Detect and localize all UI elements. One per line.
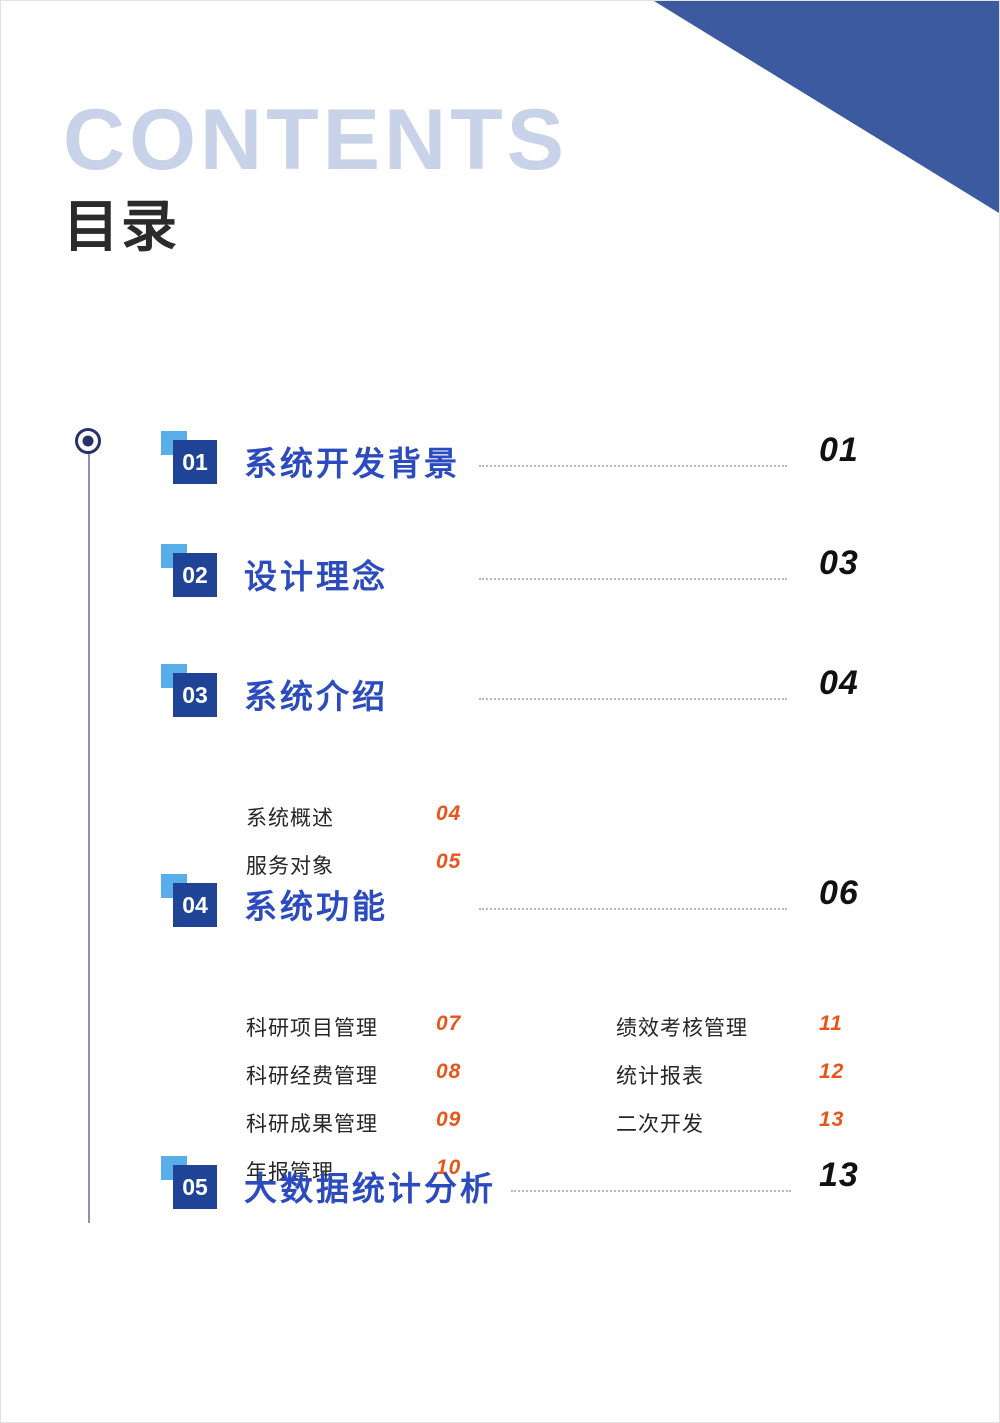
section-title[interactable]: 系统功能 bbox=[244, 880, 388, 928]
sub-item-page-number[interactable]: 05 bbox=[436, 850, 461, 874]
dotted-leader-line bbox=[479, 465, 787, 468]
sub-item-page-number[interactable]: 09 bbox=[436, 1108, 461, 1132]
dotted-leader-line bbox=[479, 698, 787, 701]
corner-triangle-decoration bbox=[654, 1, 999, 213]
sub-item-label[interactable]: 统计报表 bbox=[616, 1060, 704, 1090]
section-number-label: 01 bbox=[173, 440, 217, 484]
toc-section-header[interactable]: 02 设计理念 03 bbox=[1, 544, 999, 600]
section-number-badge: 05 bbox=[161, 1156, 225, 1216]
section-number-badge: 02 bbox=[161, 544, 225, 604]
toc-section-header[interactable]: 05 大数据统计分析 13 bbox=[1, 1156, 999, 1212]
sub-item-page-number[interactable]: 04 bbox=[436, 802, 461, 826]
sub-item-page-number[interactable]: 13 bbox=[819, 1108, 844, 1132]
toc-section[interactable]: 04 系统功能 06 科研项目管理 07 科研经费管理 08 科研成果管理 09 年报管理 10 绩效… bbox=[1, 874, 999, 1184]
sub-item-label[interactable]: 科研成果管理 bbox=[246, 1108, 378, 1138]
section-page-number[interactable]: 01 bbox=[819, 431, 859, 470]
toc-page: CONTENTS 目录 01 系统开发背景 01 02 设计理念 03 03 系统介绍 04 系统… bbox=[0, 0, 1000, 1423]
section-number-label: 05 bbox=[173, 1165, 217, 1209]
toc-section[interactable]: 02 设计理念 03 bbox=[1, 544, 999, 600]
toc-section-header[interactable]: 04 系统功能 06 bbox=[1, 874, 999, 930]
section-number-label: 02 bbox=[173, 553, 217, 597]
section-number-badge: 03 bbox=[161, 664, 225, 724]
toc-section-header[interactable]: 03 系统介绍 04 bbox=[1, 664, 999, 720]
section-page-number[interactable]: 04 bbox=[819, 664, 859, 703]
sub-item-label[interactable]: 科研项目管理 bbox=[246, 1012, 378, 1042]
section-title[interactable]: 系统开发背景 bbox=[244, 437, 460, 485]
sub-item-label[interactable]: 二次开发 bbox=[616, 1108, 704, 1138]
sub-item-page-number[interactable]: 12 bbox=[819, 1060, 844, 1084]
section-number-label: 04 bbox=[173, 883, 217, 927]
sub-item-page-number[interactable]: 07 bbox=[436, 1012, 461, 1036]
toc-section-header[interactable]: 01 系统开发背景 01 bbox=[1, 431, 999, 487]
sub-item-page-number[interactable]: 11 bbox=[819, 1012, 843, 1036]
section-page-number[interactable]: 13 bbox=[819, 1156, 859, 1195]
section-title[interactable]: 设计理念 bbox=[244, 550, 388, 598]
toc-section[interactable]: 03 系统介绍 04 系统概述 04 服务对象 05 bbox=[1, 664, 999, 878]
sub-item-label[interactable]: 绩效考核管理 bbox=[616, 1012, 748, 1042]
dotted-leader-line bbox=[479, 578, 787, 581]
page-header: CONTENTS 目录 bbox=[63, 97, 568, 255]
sub-item-page-number[interactable]: 08 bbox=[436, 1060, 461, 1084]
dotted-leader-line bbox=[479, 908, 787, 911]
section-title[interactable]: 系统介绍 bbox=[244, 670, 388, 718]
section-title[interactable]: 大数据统计分析 bbox=[244, 1162, 496, 1210]
section-number-badge: 01 bbox=[161, 431, 225, 491]
dotted-leader-line bbox=[511, 1190, 791, 1193]
sub-item-label[interactable]: 科研经费管理 bbox=[246, 1060, 378, 1090]
toc-section[interactable]: 01 系统开发背景 01 bbox=[1, 431, 999, 487]
section-page-number[interactable]: 03 bbox=[819, 544, 859, 583]
section-number-badge: 04 bbox=[161, 874, 225, 934]
page-title-chinese: 目录 bbox=[63, 195, 179, 258]
page-title-english: CONTENTS bbox=[63, 92, 568, 188]
toc-section[interactable]: 05 大数据统计分析 13 bbox=[1, 1156, 999, 1212]
sub-item-label[interactable]: 系统概述 bbox=[246, 802, 334, 832]
section-page-number[interactable]: 06 bbox=[819, 874, 859, 913]
section-number-label: 03 bbox=[173, 673, 217, 717]
